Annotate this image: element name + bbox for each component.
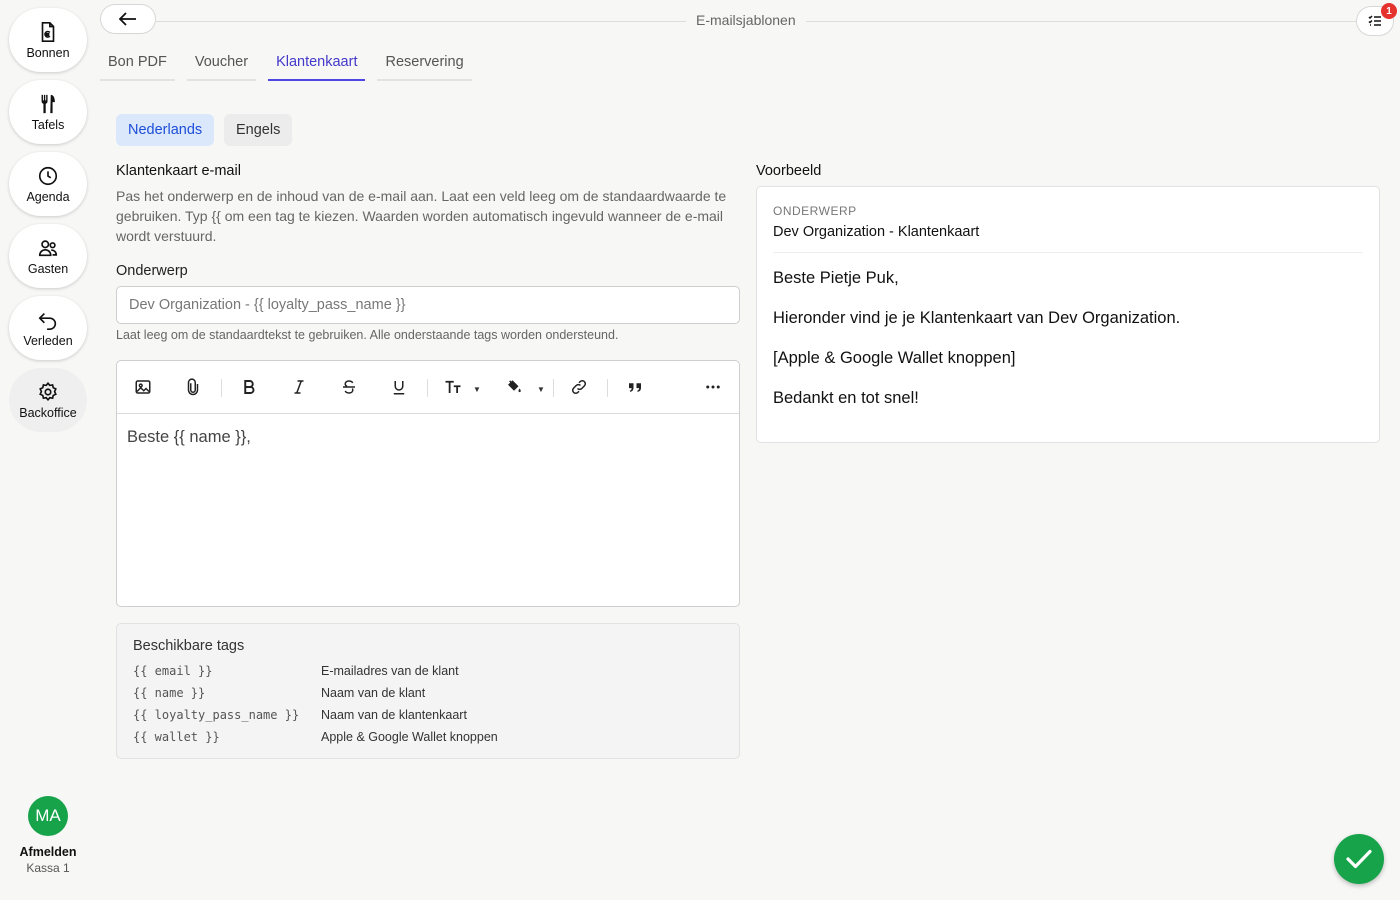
sidebar-item-label: Verleden bbox=[23, 333, 73, 348]
fill-color-icon[interactable] bbox=[503, 376, 525, 398]
save-button[interactable] bbox=[1334, 834, 1384, 884]
fork-knife-icon bbox=[41, 94, 55, 113]
sidebar-item-bonnen[interactable]: Bonnen bbox=[9, 8, 87, 72]
preview-label: Voorbeeld bbox=[756, 163, 822, 179]
tag-code[interactable]: {{ name }} bbox=[133, 686, 205, 700]
preview-subject-label: ONDERWERP bbox=[773, 204, 857, 218]
subject-hint: Laat leeg om de standaardtekst te gebrui… bbox=[116, 328, 619, 342]
link-icon[interactable] bbox=[568, 376, 590, 398]
sidebar: Bonnen Tafels Agenda Gasten Verleden Bac… bbox=[0, 0, 96, 900]
text-size-icon[interactable] bbox=[442, 376, 464, 398]
tag-description: Apple & Google Wallet knoppen bbox=[321, 730, 498, 744]
sidebar-item-label: Gasten bbox=[27, 261, 69, 276]
tab-klantenkaart[interactable]: Klantenkaart bbox=[268, 50, 366, 81]
language-nederlands-button[interactable]: Nederlands bbox=[116, 114, 215, 146]
chevron-down-icon[interactable]: ▼ bbox=[473, 385, 481, 394]
more-icon[interactable] bbox=[702, 376, 724, 398]
strikethrough-icon[interactable] bbox=[338, 376, 360, 398]
checklist-icon bbox=[1368, 15, 1381, 26]
bold-icon[interactable] bbox=[238, 376, 260, 398]
tag-description: Naam van de klantenkaart bbox=[321, 708, 467, 722]
preview-paragraph: [Apple & Google Wallet knoppen] bbox=[773, 349, 1016, 367]
avatar[interactable]: MA bbox=[28, 796, 68, 836]
tag-code[interactable]: {{ email }} bbox=[133, 664, 212, 678]
preview-paragraph: Beste Pietje Puk, bbox=[773, 269, 899, 287]
italic-icon[interactable] bbox=[288, 376, 310, 398]
chevron-down-icon[interactable]: ▼ bbox=[537, 385, 545, 394]
subject-input[interactable] bbox=[116, 286, 740, 324]
preview-divider bbox=[773, 252, 1363, 253]
underline-icon[interactable] bbox=[388, 376, 410, 398]
toolbar-separator bbox=[221, 379, 222, 397]
toolbar-separator bbox=[607, 379, 608, 397]
sidebar-item-label: Agenda bbox=[26, 189, 70, 204]
image-icon[interactable] bbox=[132, 376, 154, 398]
sidebar-item-agenda[interactable]: Agenda bbox=[9, 152, 87, 216]
tag-description: Naam van de klant bbox=[321, 686, 426, 700]
tag-row: {{ loyalty_pass_name }} Naam van de klan… bbox=[133, 708, 723, 726]
tab-voucher[interactable]: Voucher bbox=[186, 50, 257, 81]
email-preview: ONDERWERP Dev Organization - Klantenkaar… bbox=[756, 186, 1380, 443]
subject-label: Onderwerp bbox=[116, 263, 188, 279]
sidebar-item-label: Backoffice bbox=[19, 405, 77, 420]
sidebar-item-backoffice[interactable]: Backoffice bbox=[9, 368, 87, 432]
page-title: E-mailsjablonen bbox=[686, 12, 806, 28]
body-editor: ▼ ▼ Beste {{ name }}, bbox=[116, 360, 740, 607]
tags-title: Beschikbare tags bbox=[133, 638, 245, 654]
logout-button[interactable]: Afmelden bbox=[0, 845, 96, 859]
checkmark-icon bbox=[1346, 849, 1372, 869]
form-title: Klantenkaart e-mail bbox=[116, 163, 241, 179]
sidebar-item-tafels[interactable]: Tafels bbox=[9, 80, 87, 144]
preview-paragraph: Hieronder vind je je Klantenkaart van De… bbox=[773, 309, 1181, 327]
tab-bon-pdf[interactable]: Bon PDF bbox=[100, 50, 175, 81]
tag-row: {{ email }} E-mailadres van de klant bbox=[133, 664, 723, 682]
register-label: Kassa 1 bbox=[26, 861, 70, 875]
tab-reservering[interactable]: Reservering bbox=[377, 50, 472, 81]
back-button[interactable] bbox=[100, 4, 156, 34]
notification-badge: 1 bbox=[1381, 3, 1397, 19]
tag-row: {{ name }} Naam van de klant bbox=[133, 686, 723, 704]
attachment-icon[interactable] bbox=[182, 376, 204, 398]
editor-toolbar: ▼ ▼ bbox=[117, 361, 739, 414]
language-engels-button[interactable]: Engels bbox=[224, 114, 293, 146]
template-tabs: Bon PDF Voucher Klantenkaart Reservering bbox=[100, 50, 484, 81]
clock-icon bbox=[38, 166, 58, 185]
sidebar-item-gasten[interactable]: Gasten bbox=[9, 224, 87, 288]
tag-code[interactable]: {{ loyalty_pass_name }} bbox=[133, 708, 299, 722]
form-description: Pas het onderwerp en de inhoud van de e-… bbox=[116, 188, 727, 244]
undo-arrow-icon bbox=[38, 312, 57, 330]
body-textarea[interactable]: Beste {{ name }}, bbox=[117, 414, 739, 461]
quote-icon[interactable] bbox=[624, 376, 646, 398]
arrow-left-icon bbox=[119, 12, 136, 26]
users-icon bbox=[38, 239, 58, 256]
sidebar-item-label: Bonnen bbox=[26, 45, 70, 60]
preview-subject: Dev Organization - Klantenkaart bbox=[773, 224, 980, 240]
tag-description: E-mailadres van de klant bbox=[321, 664, 459, 678]
available-tags-panel: Beschikbare tags {{ email }} E-mailadres… bbox=[116, 623, 740, 759]
toolbar-separator bbox=[427, 379, 428, 397]
preview-paragraph: Bedankt en tot snel! bbox=[773, 389, 919, 407]
gear-icon bbox=[39, 381, 57, 401]
sidebar-item-label: Tafels bbox=[31, 117, 65, 132]
toolbar-separator bbox=[553, 379, 554, 397]
tag-row: {{ wallet }} Apple & Google Wallet knopp… bbox=[133, 730, 723, 748]
sidebar-item-verleden[interactable]: Verleden bbox=[9, 296, 87, 360]
tag-code[interactable]: {{ wallet }} bbox=[133, 730, 220, 744]
receipt-euro-icon bbox=[41, 21, 55, 42]
